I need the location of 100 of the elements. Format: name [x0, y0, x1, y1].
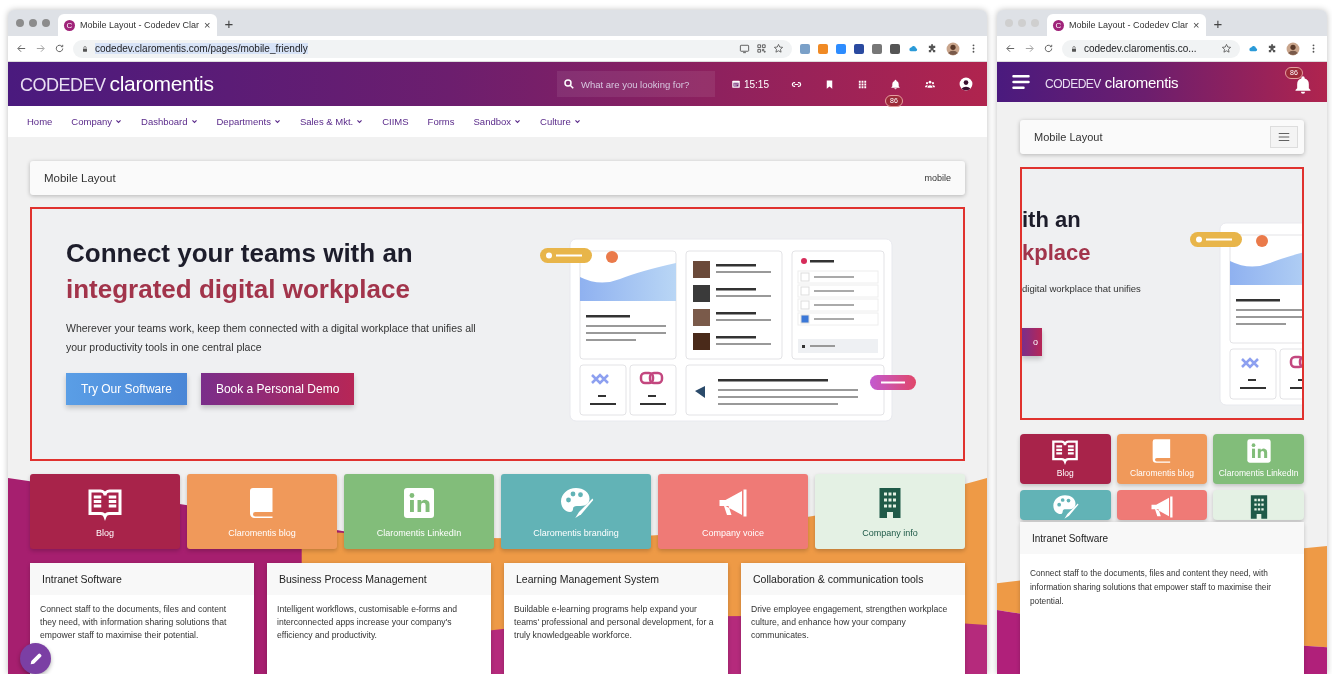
bookmark-icon[interactable] — [824, 78, 835, 90]
screen-icon[interactable] — [739, 43, 750, 54]
tile-label: Claromentis LinkedIn — [1218, 468, 1299, 478]
browser-tab[interactable]: C Mobile Layout - Codedev Clar × — [1047, 14, 1206, 36]
calendar-icon — [730, 79, 741, 89]
nav-item[interactable]: Departments — [216, 116, 281, 127]
favicon-icon: C — [64, 19, 75, 31]
hero-heading: ith an — [1022, 206, 1082, 234]
cta-button[interactable]: o — [1022, 328, 1042, 356]
tab-title: Mobile Layout - Codedev Clar — [80, 20, 200, 30]
back-icon[interactable] — [16, 43, 27, 54]
cloud-icon[interactable] — [908, 43, 919, 54]
card-text: Drive employee engagement, strengthen workplace culture, and enhance how your company communicates. — [750, 603, 949, 642]
browser-tab[interactable]: C Mobile Layout - Codedev Clar × — [58, 14, 217, 36]
forward-icon[interactable] — [1024, 43, 1035, 54]
palette-icon — [1051, 493, 1080, 520]
card-title: Collaboration & communication tools — [753, 573, 924, 585]
caret-icon — [514, 118, 522, 125]
extension-icon[interactable] — [872, 43, 882, 54]
card-text: Connect staff to the documents, files and content they need, with information sharing solutions that empower staff to maximise their potential. — [39, 603, 228, 642]
page-title: Mobile Layout — [1034, 131, 1103, 143]
in-logo-icon — [401, 485, 437, 521]
user-icon[interactable] — [959, 77, 973, 91]
card-title: Learning Management System — [516, 573, 659, 585]
shortcut-tile[interactable] — [1116, 490, 1208, 520]
nav-item[interactable]: Culture — [540, 116, 581, 127]
cloud-icon[interactable] — [1248, 43, 1259, 54]
tile-label: Blog — [1056, 468, 1074, 478]
back-icon[interactable] — [1005, 43, 1016, 54]
caret-icon — [573, 118, 581, 125]
address-bar[interactable]: codedev.claromentis.com/pages/mobile_friendly — [73, 39, 792, 58]
new-tab-button[interactable]: + — [1213, 14, 1223, 32]
logo-text: CODEDEV — [20, 75, 106, 96]
card-title: Intranet Software — [42, 573, 122, 585]
avatar-icon[interactable] — [1286, 41, 1300, 56]
card-title: Business Process Management — [279, 573, 427, 585]
shortcut-tile[interactable]: Blog — [30, 474, 180, 549]
extension-icon[interactable] — [854, 43, 864, 54]
shortcut-tile[interactable]: Blog — [1020, 434, 1111, 484]
qr-code-icon[interactable] — [756, 43, 767, 54]
nav-item[interactable]: Sales & Mkt. — [299, 116, 364, 127]
caret-icon — [273, 118, 281, 125]
caret-icon — [115, 118, 122, 125]
extension-icon[interactable] — [890, 43, 900, 54]
tile-label: Claromentis branding — [533, 528, 619, 538]
hero-text: Wherever your teams work, keep them connected with a digital workplace that unifies all your productivity tools in one central place — [66, 321, 477, 355]
hero-heading: integrated digital workplace — [66, 273, 411, 306]
shortcut-tile[interactable] — [1213, 490, 1304, 520]
logo-text: claromentis — [1104, 73, 1179, 91]
new-tab-button[interactable]: + — [224, 14, 234, 32]
caret-icon — [190, 118, 198, 125]
close-tab-button[interactable]: × — [1193, 19, 1200, 31]
bell-icon[interactable] — [1293, 75, 1313, 95]
page-tag: mobile — [924, 173, 951, 183]
nav-item[interactable]: Forms — [427, 116, 455, 127]
lock-icon — [1070, 44, 1078, 53]
hero-heading: Connect your teams with an — [66, 237, 414, 270]
nav-item[interactable]: Dashboard — [141, 116, 198, 127]
people-icon[interactable] — [923, 78, 937, 90]
puzzle-icon[interactable] — [927, 43, 938, 54]
forward-icon[interactable] — [35, 43, 46, 54]
hero-text: digital workplace that unifies — [1022, 282, 1142, 296]
cta-button[interactable]: Book a Personal Demo — [200, 373, 355, 405]
avatar-icon[interactable] — [946, 41, 960, 56]
tile-label: Claromentis LinkedIn — [376, 528, 462, 538]
tile-label: Claromentis blog — [1130, 468, 1194, 478]
shortcut-tile[interactable] — [1020, 490, 1111, 520]
nav-item[interactable]: Company — [71, 116, 122, 127]
logo-text: CODEDEV — [1045, 76, 1101, 91]
bell-icon[interactable] — [890, 78, 901, 90]
star-icon[interactable] — [1221, 43, 1232, 54]
in-logo-icon — [1244, 437, 1273, 465]
apps-grid-icon[interactable] — [857, 78, 868, 90]
tile-label: Company info — [862, 528, 918, 538]
tile-label: Claromentis blog — [228, 528, 296, 538]
hero-heading: kplace — [1022, 239, 1092, 267]
reload-icon[interactable] — [54, 43, 65, 54]
nav-item[interactable]: Sandbox — [473, 116, 522, 127]
nav-item[interactable]: Home — [27, 116, 53, 127]
card-text: Intelligent workflows, customisable e-forms and interconnected apps increase your company's efficiency and productivity. — [276, 603, 459, 642]
reload-icon[interactable] — [1043, 43, 1054, 54]
shortcut-tile[interactable]: Company info — [815, 474, 965, 549]
card-text: Buildable e-learning programs help expand your teams' professional and personal development, for a truly knowledgeable workforce. — [513, 603, 715, 642]
menu-toggle-button[interactable] — [1270, 126, 1298, 148]
close-tab-button[interactable]: × — [204, 19, 211, 31]
clock-button[interactable]: 15:15 — [730, 78, 769, 90]
url-text: codedev.claromentis.co... — [1084, 43, 1197, 54]
nav-item[interactable]: CIIMS — [382, 116, 409, 127]
menu-icon[interactable] — [1011, 72, 1031, 92]
address-bar[interactable]: codedev.claromentis.co... — [1062, 39, 1240, 58]
card-text: Connect staff to the documents, files and content they need, with information sharing solutions that empower staff to maximise their potential. — [1029, 567, 1273, 608]
star-icon[interactable] — [773, 43, 784, 54]
tab-title: Mobile Layout - Codedev Clar — [1069, 20, 1189, 30]
lock-icon — [81, 44, 89, 53]
logo-text: claromentis — [109, 72, 214, 96]
tile-label: Blog — [96, 528, 114, 538]
puzzle-icon[interactable] — [1267, 43, 1278, 54]
menu-icon — [1276, 130, 1292, 144]
card-title: Intranet Software — [1032, 532, 1109, 544]
favicon-icon: C — [1053, 19, 1064, 31]
